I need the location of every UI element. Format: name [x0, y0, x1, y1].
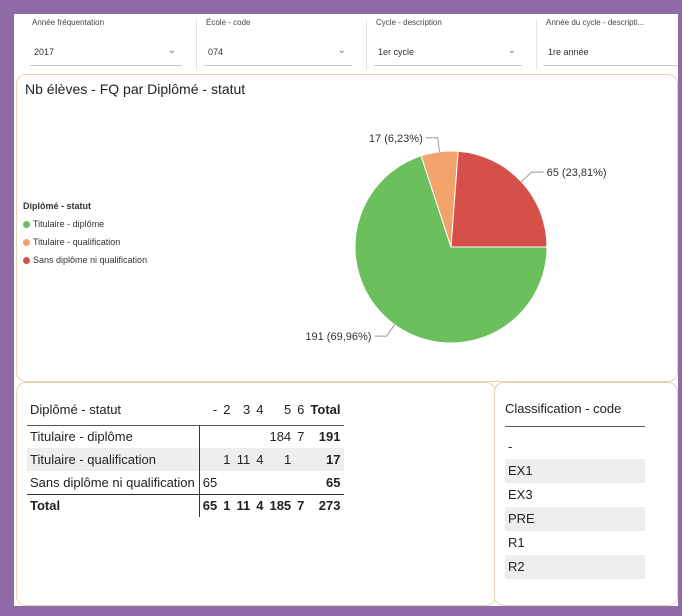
matrix-cell: 65: [199, 493, 221, 517]
data-label: 65 (23,81%): [547, 167, 607, 179]
matrix-total-header: Total: [307, 395, 344, 426]
matrix-cell: 1: [220, 493, 234, 517]
pie-chart-svg: 191 (69,96%) 17 (6,23%) 65 (23,81%): [305, 133, 607, 344]
matrix-cell: 65: [202, 474, 218, 490]
matrix-column-header: 4: [253, 395, 267, 426]
matrix-row-header: Diplômé - statut: [27, 395, 200, 426]
matrix-row-total: 191: [318, 429, 341, 445]
matrix-visual[interactable]: Diplômé - statut -2 3 4 5 6 Total Titulaire - …: [16, 382, 496, 606]
dropdown-value: 1re année: [548, 47, 589, 57]
matrix-total-row[interactable]: Total 65 1 11 4 185 7 273: [27, 493, 344, 517]
classification-list: - EX1 EX3 PRE R1 R2: [505, 435, 645, 579]
matrix-cell: 185: [266, 493, 295, 517]
slicer-label: Année fréquentation: [32, 18, 105, 27]
classification-item[interactable]: EX3: [505, 483, 645, 507]
slicer-label: Cycle - description: [376, 18, 442, 27]
matrix-cell: 184: [269, 429, 292, 445]
classification-item[interactable]: PRE: [505, 507, 645, 531]
classification-item[interactable]: R2: [505, 555, 645, 579]
table-row[interactable]: Titulaire - qualification 1 11 4 1 17: [27, 448, 344, 471]
matrix-cell: [266, 471, 294, 494]
matrix-row-label: Titulaire - qualification: [27, 448, 200, 471]
classification-item[interactable]: R1: [505, 531, 645, 555]
matrix-cell: [199, 448, 221, 471]
cycle-description-dropdown[interactable]: 1er cycle ⌄: [374, 40, 522, 66]
annee-du-cycle-dropdown[interactable]: 1re année: [544, 40, 678, 66]
matrix-column-header: 5: [266, 395, 295, 426]
matrix-cell: [294, 471, 307, 494]
table-row[interactable]: Titulaire - diplôme 184 7 191: [27, 425, 344, 448]
leader-line: [374, 324, 396, 337]
data-label: 191 (69,96%): [305, 331, 371, 343]
classification-item[interactable]: -: [505, 435, 645, 459]
matrix-cell: [253, 471, 266, 494]
classification-item[interactable]: EX1: [505, 459, 645, 483]
classification-visual[interactable]: Classification - code - EX1 EX3 PRE R1 R2: [494, 382, 678, 606]
matrix-cell: 11: [233, 448, 254, 471]
matrix-cell: 4: [253, 493, 267, 517]
matrix-cell: [233, 425, 253, 448]
leader-line: [521, 171, 544, 183]
matrix-cell: 4: [253, 448, 267, 471]
slicer-ecole-code: École - code 074 ⌄: [198, 14, 364, 76]
chevron-down-icon[interactable]: ⌄: [338, 45, 346, 56]
slicer-divider: [536, 20, 537, 70]
slicer-label: École - code: [206, 18, 251, 27]
slicer-annee-frequentation: Année fréquentation 2017 ⌄: [24, 14, 194, 76]
slicer-label: Année du cycle - descripti...: [546, 18, 645, 27]
matrix-cell: 11: [233, 493, 254, 517]
slicer-divider: [196, 20, 197, 70]
dropdown-value: 1er cycle: [378, 47, 415, 57]
dropdown-value: 074: [208, 47, 224, 57]
slicer-annee-du-cycle: Année du cycle - descripti... 1re année: [538, 14, 678, 76]
slicer-divider: [366, 20, 367, 70]
table-row[interactable]: Sans diplôme ni qualification 65 65: [27, 471, 344, 494]
matrix-cell: [199, 425, 220, 448]
matrix-row-total: 17: [307, 448, 344, 471]
leader-line: [425, 137, 440, 152]
chevron-down-icon[interactable]: ⌄: [168, 45, 176, 56]
matrix-cell: [253, 425, 266, 448]
report-canvas: Année fréquentation 2017 ⌄ École - code …: [14, 14, 678, 606]
matrix-cell: [220, 471, 233, 494]
pie-chart-visual[interactable]: Nb élèves - FQ par Diplômé - statut Dipl…: [16, 74, 678, 382]
matrix-row-label: Titulaire - diplôme: [27, 425, 200, 448]
annee-frequentation-dropdown[interactable]: 2017 ⌄: [30, 40, 182, 66]
matrix-row-label: Sans diplôme ni qualification: [27, 471, 200, 494]
matrix-column-header: 6: [294, 395, 308, 426]
pie-slice-sans-diplome-ni-qualification[interactable]: [450, 150, 548, 248]
matrix-cell: [220, 425, 233, 448]
ecole-code-dropdown[interactable]: 074 ⌄: [204, 40, 352, 66]
matrix-column-header: 2: [220, 395, 234, 426]
dropdown-value: 2017: [34, 47, 55, 57]
chevron-down-icon[interactable]: ⌄: [508, 45, 516, 56]
matrix-row-total: 65: [326, 474, 341, 490]
matrix-cell: [233, 471, 253, 494]
matrix-cell: [294, 448, 308, 471]
data-label: 17 (6,23%): [369, 133, 423, 145]
matrix-cell: 1: [266, 448, 295, 471]
matrix-cell: 7: [297, 429, 305, 445]
matrix-column-header: 3: [233, 395, 254, 426]
classification-header: Classification - code: [505, 395, 645, 427]
matrix-column-header: -: [199, 395, 221, 426]
matrix-row-label: Total: [27, 493, 200, 517]
matrix-row-total: 273: [307, 493, 344, 517]
matrix-cell: 1: [220, 448, 234, 471]
matrix-table: Diplômé - statut -2 3 4 5 6 Total Titulaire - …: [27, 395, 344, 517]
matrix-cell: 7: [294, 493, 308, 517]
slicer-cycle-description: Cycle - description 1er cycle ⌄: [368, 14, 534, 76]
